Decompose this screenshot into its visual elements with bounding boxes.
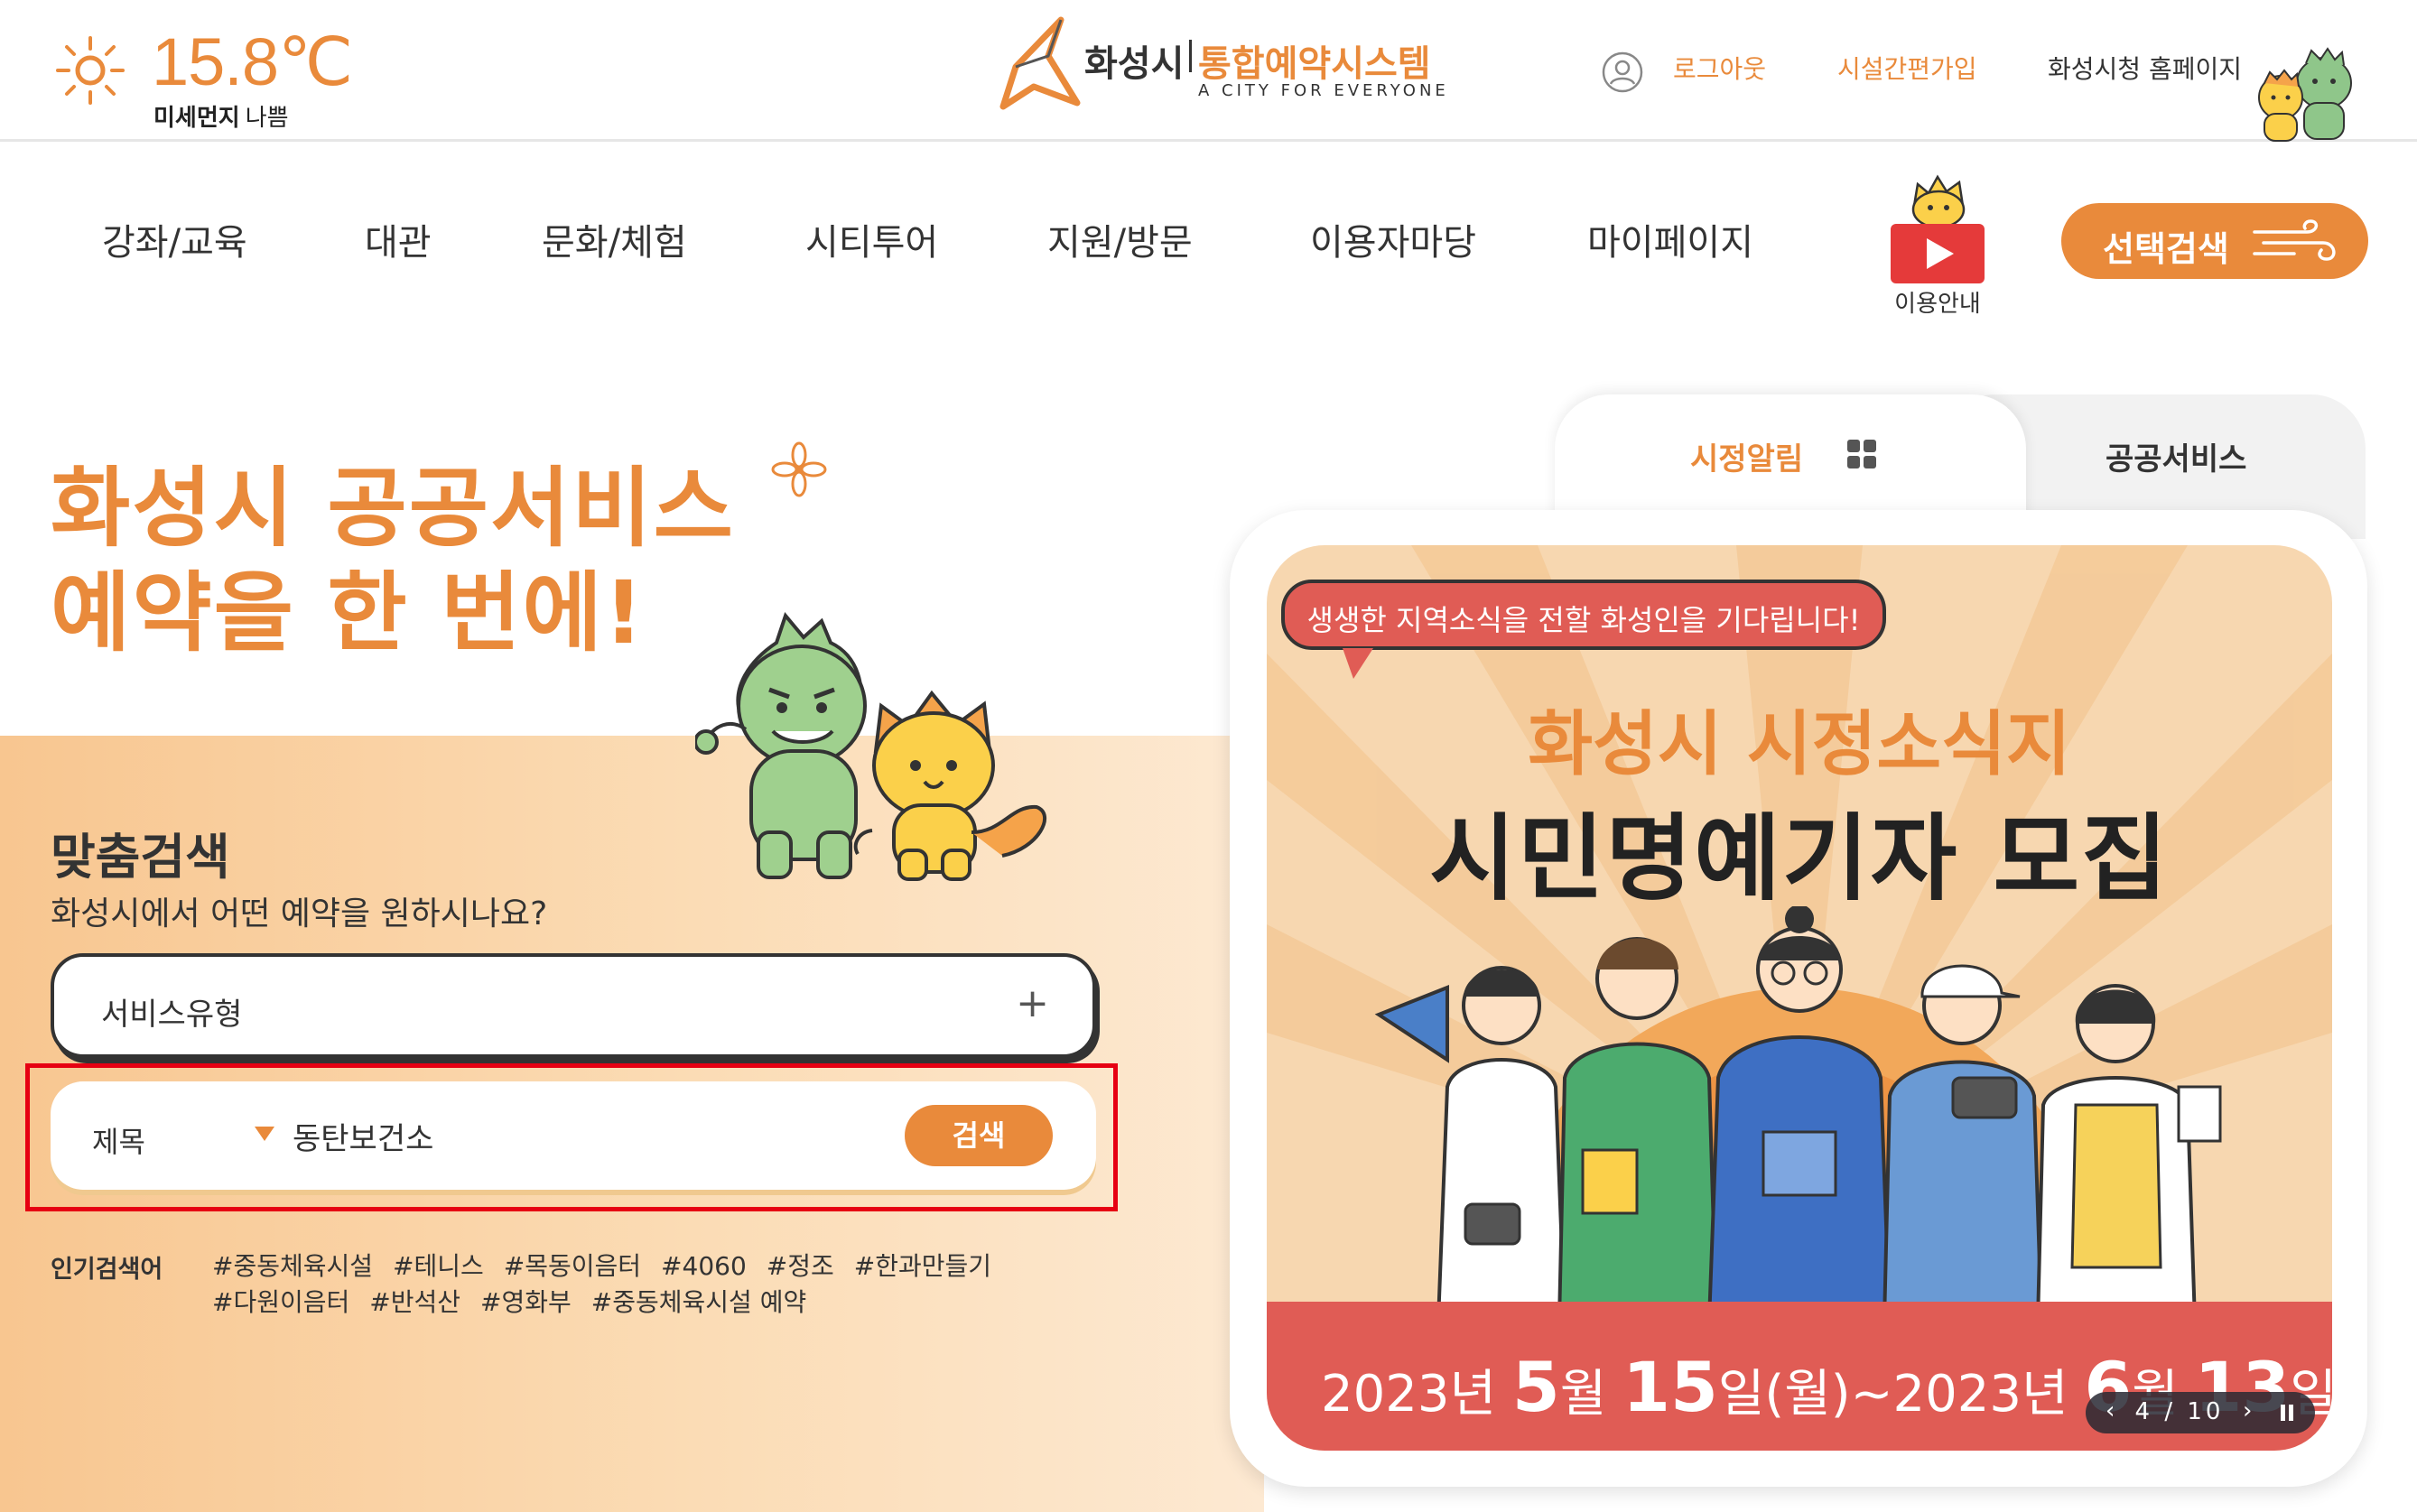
custom-search-title: 맞춤검색 [51, 829, 230, 886]
date-start-day: 15 [1622, 1347, 1718, 1427]
popular-keyword[interactable]: #정조 [767, 1251, 834, 1281]
banner-pager: ‹ 4 / 10 › [2086, 1392, 2315, 1433]
tab-city-notice-label: 시정알림 [1690, 441, 1804, 478]
popular-keyword[interactable]: #영화부 [480, 1287, 572, 1317]
popular-keyword[interactable]: #한과만들기 [854, 1251, 991, 1281]
logo-tagline: A CITY FOR EVERYONE [1198, 81, 1449, 100]
custom-search-subtitle: 화성시에서 어떤 예약을 원하시나요? [51, 895, 548, 932]
temperature: 15.8℃ [152, 24, 353, 99]
pager-count: 4 / 10 [2134, 1398, 2225, 1425]
menu-culture-experience[interactable]: 문화/체험 [542, 213, 687, 265]
highlight-box [25, 1063, 1118, 1211]
speech-bubble: 생생한 지역소식을 전할 화성인을 기다립니다! [1281, 580, 1886, 679]
mascot-head-icon [1911, 174, 1966, 229]
hero-title: 화성시 공공서비스 예약을 한 번에! [51, 456, 735, 665]
date-start-month: 5 [1511, 1347, 1560, 1427]
pause-icon[interactable] [2279, 1405, 2295, 1421]
usage-guide-button[interactable]: 이용안내 [1887, 162, 1988, 318]
menu-rental[interactable]: 대관 [365, 213, 432, 265]
date-month-suffix: 월 [1559, 1365, 1623, 1424]
popular-keyword[interactable]: #반석산 [369, 1287, 460, 1317]
banner-headline-1: 화성시 시정소식지 [1528, 704, 2071, 785]
menu-my-page[interactable]: 마이페이지 [1587, 213, 1753, 265]
usage-guide-label: 이용안내 [1894, 291, 1981, 318]
select-search-button[interactable]: 선택검색 [2061, 203, 2368, 279]
date-start-year: 2023년 [1321, 1365, 1512, 1424]
popular-keyword[interactable]: #다원이음터 [212, 1287, 349, 1317]
chevron-left-icon[interactable]: ‹ [2106, 1397, 2115, 1424]
sun-icon [56, 36, 125, 105]
date-start-weekday-and-end-year: 일(월)~2023년 [1717, 1365, 2085, 1424]
grid-icon[interactable] [1847, 440, 1878, 470]
popular-keywords-row1: #중동체육시설 #테니스 #목동이음터 #4060 #정조 #한과만들기 [212, 1247, 1011, 1283]
service-type-label: 서비스유형 [101, 997, 243, 1033]
fine-dust-state: 나쁨 [245, 105, 289, 132]
popular-keyword[interactable]: #중동체육시설 예약 [591, 1287, 806, 1317]
menu-user-plaza[interactable]: 이용자마당 [1310, 213, 1476, 265]
notice-banner[interactable]: 생생한 지역소식을 전할 화성인을 기다립니다! 화성시 시정소식지 시민명예기… [1267, 545, 2332, 1451]
mascot-pair-icon [2258, 47, 2352, 142]
top-header: 15.8℃ 미세먼지 나쁨 화성시 통합예약시스템 A CITY FOR EVER… [0, 0, 2417, 142]
plus-icon: + [1016, 980, 1049, 1026]
service-type-dropdown[interactable]: 서비스유형 + [51, 953, 1096, 1058]
popular-keyword[interactable]: #목동이음터 [504, 1251, 641, 1281]
popular-keyword[interactable]: #중동체육시설 [212, 1251, 373, 1281]
menu-lecture-education[interactable]: 강좌/교육 [102, 213, 247, 265]
chevron-right-icon[interactable]: › [2243, 1397, 2252, 1424]
hero-title-line1: 화성시 공공서비스 [51, 458, 735, 559]
flower-icon [771, 441, 827, 497]
wind-icon [2253, 219, 2336, 261]
popular-keyword[interactable]: #테니스 [393, 1251, 484, 1281]
logo-city: 화성시 [1084, 43, 1185, 85]
play-icon [1891, 224, 1985, 283]
logo-mark-icon [999, 16, 1081, 110]
menu-support-visit[interactable]: 지원/방문 [1047, 213, 1193, 265]
popular-keywords-row2: #다원이음터 #반석산 #영화부 #중동체육시설 예약 [212, 1283, 826, 1319]
mascot-characters-icon [695, 611, 1047, 881]
user-icon[interactable] [1601, 51, 1644, 94]
menu-city-tour[interactable]: 시티투어 [805, 213, 938, 265]
banner-bubble-text: 생생한 지역소식을 전할 화성인을 기다립니다! [1306, 603, 1861, 637]
select-search-label: 선택검색 [2103, 229, 2229, 269]
logout-link[interactable]: 로그아웃 [1673, 50, 1766, 86]
popular-keyword[interactable]: #4060 [661, 1251, 747, 1281]
fine-dust-label: 미세먼지 [153, 105, 240, 132]
banner-headline-2: 시민명예기자 모집 [1429, 803, 2170, 914]
reporters-illustration [1374, 906, 2222, 1322]
logo-system: 통합예약시스템 [1189, 34, 1431, 87]
fine-dust-status: 미세먼지 나쁨 [153, 99, 289, 133]
hero-title-line2: 예약을 한 번에! [51, 562, 646, 663]
easy-join-link[interactable]: 시설간편가입 [1837, 50, 1977, 86]
tab-public-services-label: 공공서비스 [2106, 441, 2247, 478]
site-logo[interactable]: 화성시 통합예약시스템 A CITY FOR EVERYONE [998, 16, 1446, 116]
city-homepage-link[interactable]: 화성시청 홈페이지 [2048, 50, 2242, 86]
popular-keywords-label: 인기검색어 [51, 1256, 163, 1284]
